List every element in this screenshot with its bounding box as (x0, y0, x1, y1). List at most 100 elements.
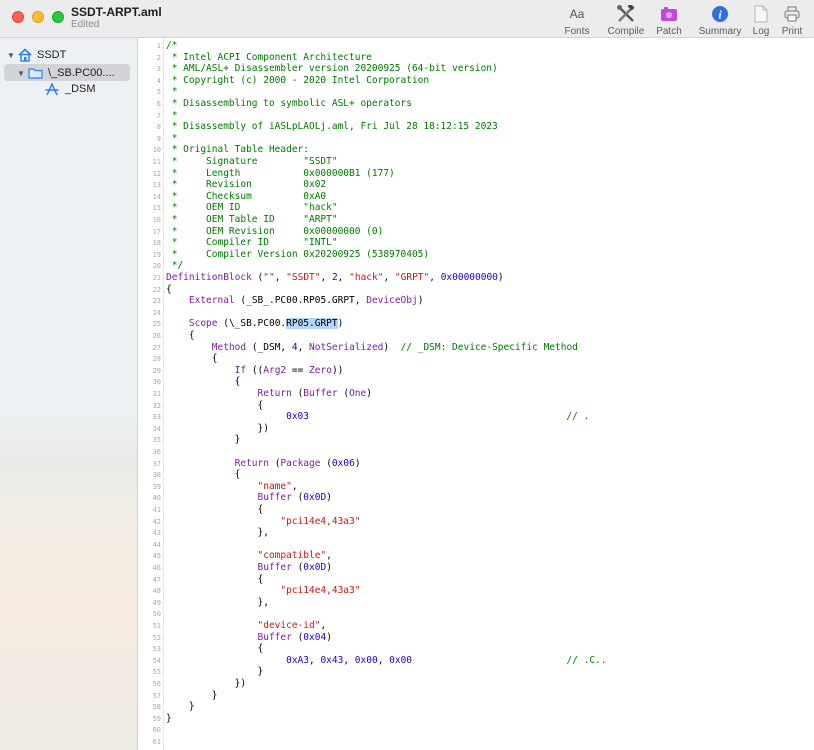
code-line[interactable]: * Compiler ID "INTL" (166, 237, 338, 249)
line-number: 10 (152, 146, 161, 155)
print-button[interactable]: Print (770, 4, 814, 37)
code-line[interactable]: * Disassembly of iASLpLAOLj.aml, Fri Jul… (166, 121, 498, 133)
line-number: 18 (152, 239, 161, 248)
code-line[interactable]: Method (_DSM, 4, NotSerialized) // _DSM:… (166, 342, 578, 354)
code-line[interactable]: { (166, 353, 218, 365)
code-line[interactable]: Return (Package (0x06) (166, 458, 361, 470)
close-window-button[interactable] (12, 11, 24, 23)
minimize-window-button[interactable] (32, 11, 44, 23)
chevron-down-icon[interactable]: ▼ (16, 69, 26, 78)
line-number: 50 (152, 610, 161, 619)
code-editor[interactable]: 1 /* 2 * Intel ACPI Component Architecture… (139, 38, 814, 750)
code-line[interactable]: } (166, 666, 264, 678)
line-number: 55 (152, 668, 161, 677)
patch-icon (660, 4, 678, 24)
code-line[interactable]: "name", (166, 481, 298, 493)
line-number: 40 (152, 494, 161, 503)
code-line[interactable]: }, (166, 597, 269, 609)
code-line[interactable]: * Original Table Header: (166, 144, 309, 156)
sidebar-item-dsm[interactable]: _DSM (45, 81, 96, 97)
method-icon (45, 82, 59, 96)
code-line[interactable]: * Checksum 0xA0 (166, 191, 326, 203)
code-line[interactable]: /* (166, 40, 177, 52)
line-number: 59 (152, 714, 161, 723)
code-line[interactable]: { (166, 469, 241, 481)
patch-button[interactable]: Patch (647, 4, 691, 37)
line-number: 34 (152, 424, 161, 433)
code-line[interactable]: * Compiler Version 0x20200925 (538970405… (166, 249, 429, 261)
code-line[interactable]: * Disassembling to symbolic ASL+ operato… (166, 98, 412, 110)
code-line[interactable]: * OEM Revision 0x00000000 (0) (166, 226, 384, 238)
line-number: 16 (152, 216, 161, 224)
code-line[interactable]: * (166, 110, 178, 122)
code-line[interactable]: * Revision 0x02 (166, 179, 326, 191)
code-line[interactable]: * OEM Table ID "ARPT" (166, 214, 338, 226)
code-line[interactable]: { (166, 376, 241, 388)
line-number: 7 (156, 111, 161, 120)
chevron-down-icon[interactable]: ▼ (6, 51, 16, 60)
line-number: 31 (152, 390, 161, 398)
line-number: 8 (156, 123, 161, 132)
summary-button[interactable]: i Summary (698, 4, 742, 37)
sidebar-item-ssdt[interactable]: ▼ SSDT (6, 47, 66, 63)
document-icon (754, 4, 768, 24)
code-line[interactable]: } (166, 713, 172, 725)
code-line[interactable]: { (166, 574, 264, 586)
code-line[interactable]: Buffer (0x04) (166, 632, 332, 644)
code-line[interactable]: } (166, 701, 195, 713)
code-line[interactable]: Return (Buffer (One) (166, 388, 372, 400)
code-line[interactable]: * Signature "SSDT" (166, 156, 338, 168)
line-number: 37 (152, 459, 161, 468)
fonts-button[interactable]: Aa Fonts (555, 4, 599, 37)
code-line[interactable]: { (166, 643, 264, 655)
info-icon: i (711, 4, 729, 24)
code-line[interactable]: Buffer (0x0D) (166, 562, 332, 574)
code-line[interactable]: 0xA3, 0x43, 0x00, 0x00 // .C.. (166, 655, 606, 667)
code-line[interactable]: "compatible", (166, 550, 332, 562)
sidebar-item-label: \_SB.PC00.... (48, 67, 115, 79)
line-number: 57 (152, 691, 161, 700)
code-line[interactable]: { (166, 400, 264, 412)
line-number: 17 (152, 227, 161, 236)
code-line[interactable]: }) (166, 678, 246, 690)
line-number: 15 (152, 204, 161, 213)
compile-button[interactable]: Compile (604, 4, 648, 37)
line-number: 22 (152, 285, 161, 294)
code-line[interactable]: * Intel ACPI Component Architecture (166, 52, 372, 64)
code-line[interactable]: } (166, 690, 218, 702)
code-line[interactable]: If ((Arg2 == Zero)) (166, 365, 344, 377)
code-line[interactable]: { (166, 284, 172, 296)
code-line[interactable]: Buffer (0x0D) (166, 492, 332, 504)
code-line[interactable]: }) (166, 423, 269, 435)
code-line[interactable]: * (166, 133, 178, 145)
code-line[interactable]: * Length 0x000000B1 (177) (166, 168, 395, 180)
hammer-wrench-icon (616, 4, 636, 24)
code-line[interactable]: { (166, 330, 195, 342)
code-line[interactable]: DefinitionBlock ("", "SSDT", 2, "hack", … (166, 272, 504, 284)
code-line[interactable]: "pci14e4,43a3" (166, 585, 360, 597)
code-line[interactable]: }, (166, 527, 269, 539)
line-number: 56 (152, 680, 161, 688)
code-line[interactable]: 0x03 // . (166, 411, 589, 423)
zoom-window-button[interactable] (52, 11, 64, 23)
line-number: 28 (152, 355, 161, 364)
code-line[interactable]: "device-id", (166, 620, 327, 632)
code-line[interactable]: * Copyright (c) 2000 - 2020 Intel Corpor… (166, 75, 429, 87)
code-line[interactable]: { (166, 504, 264, 516)
code-line[interactable]: * OEM ID "hack" (166, 202, 338, 214)
code-line[interactable]: * (166, 86, 178, 98)
line-number: 12 (152, 169, 161, 178)
code-line[interactable]: "pci14e4,43a3" (166, 516, 360, 528)
line-number: 1 (156, 42, 161, 50)
patch-label: Patch (656, 26, 682, 37)
code-line[interactable]: External (_SB_.PC00.RP05.GRPT, DeviceObj… (166, 295, 424, 307)
code-line[interactable]: Scope (\_SB.PC00.RP05.GRPT) (166, 318, 343, 330)
code-line[interactable]: } (166, 434, 241, 446)
sidebar-item-scope[interactable]: ▼ \_SB.PC00.... (16, 65, 115, 81)
code-line[interactable]: * AML/ASL+ Disassembler version 20200925… (166, 63, 498, 75)
code-line[interactable]: */ (166, 260, 183, 272)
line-number: 33 (152, 413, 161, 422)
home-icon (18, 48, 32, 62)
line-number: 61 (152, 738, 161, 746)
line-number: 4 (156, 76, 161, 85)
